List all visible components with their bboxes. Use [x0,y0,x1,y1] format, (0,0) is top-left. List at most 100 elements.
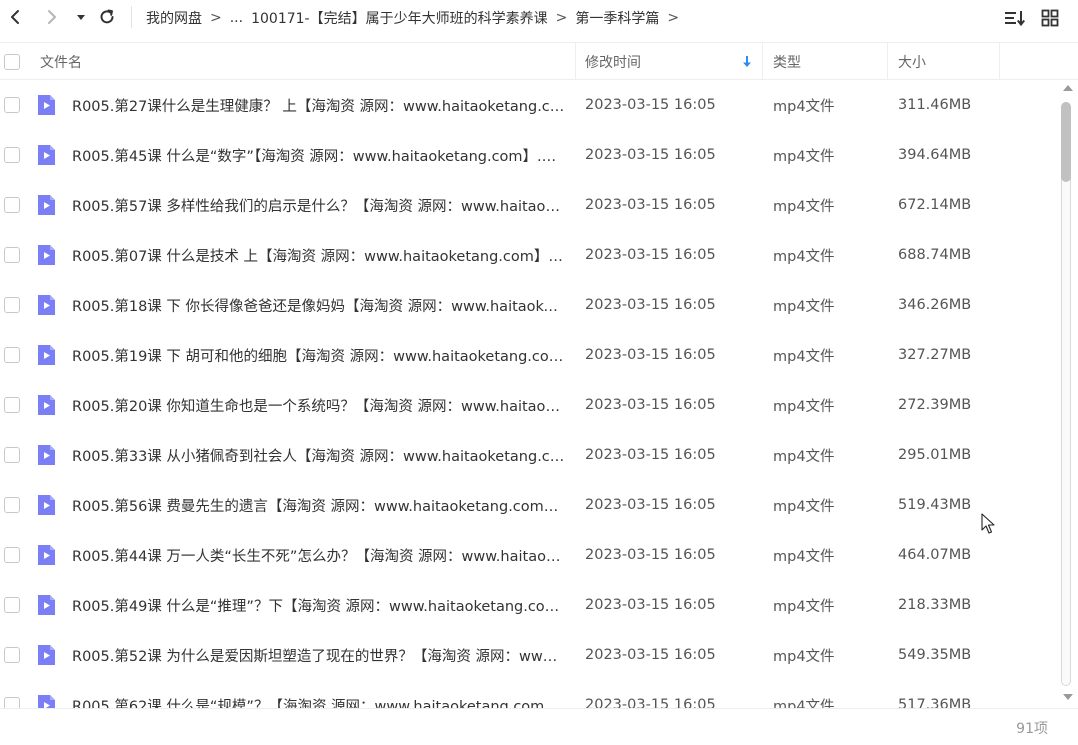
breadcrumb-root[interactable]: 我的网盘 [146,8,202,28]
file-row[interactable]: R005.第56课 费曼先生的遗言【海淘资 源网：www.haitaoketan… [0,480,1058,530]
row-checkbox[interactable] [4,447,20,463]
file-type: mp4文件 [773,348,835,365]
file-list: R005.第27课什么是生理健康？ 上【海淘资 源网：www.haitaoket… [0,80,1058,708]
file-name[interactable]: R005.第57课 多样性给我们的启示是什么？【海淘资 源网：www.haita… [72,180,565,230]
file-size: 311.46MB [898,97,972,113]
file-modified-time: 2023-03-15 16:05 [585,297,716,313]
file-row[interactable]: R005.第33课 从小猪佩奇到社会人【海淘资 源网：www.haitaoket… [0,430,1058,480]
row-checkbox[interactable] [4,647,20,663]
file-size: 272.39MB [898,397,972,413]
file-type: mp4文件 [773,548,835,565]
file-row[interactable]: R005.第18课 下 你长得像爸爸还是像妈妈【海淘资 源网：www.haita… [0,280,1058,330]
row-checkbox[interactable] [4,297,20,313]
status-bar: 91项 [0,708,1078,745]
select-all-cell [4,43,20,80]
file-row[interactable]: R005.第20课 你知道生命也是一个系统吗？【海淘资 源网：www.haita… [0,380,1058,430]
scrollbar-thumb[interactable] [1061,102,1071,182]
breadcrumb-course-folder[interactable]: 100171-【完结】属于少年大师班的科学素养课 [251,8,548,28]
breadcrumb-separator: > [667,10,680,26]
breadcrumb-separator: > [555,10,568,26]
sort-direction[interactable] [741,43,753,80]
mouse-cursor-icon [981,513,995,534]
sort-button[interactable] [1004,7,1026,29]
header-name[interactable]: 文件名 [40,43,82,80]
scrollbar-rail[interactable] [1061,102,1071,686]
vertical-scrollbar[interactable] [1058,80,1078,708]
row-checkbox[interactable] [4,147,20,163]
column-divider[interactable] [887,43,888,80]
column-divider[interactable] [575,43,576,80]
file-row[interactable]: R005.第27课什么是生理健康？ 上【海淘资 源网：www.haitaoket… [0,80,1058,130]
header-size[interactable]: 大小 [898,43,926,80]
chevron-left-icon [11,10,19,24]
scroll-up-arrow-icon[interactable] [1063,85,1073,91]
row-checkbox[interactable] [4,247,20,263]
file-size: 519.43MB [898,497,972,513]
file-name[interactable]: R005.第45课 什么是“数字”【海淘资 源网：www.haitaoketan… [72,130,565,180]
header-type[interactable]: 类型 [773,43,801,80]
scroll-down-arrow-icon[interactable] [1063,694,1073,700]
breadcrumb-ellipsis[interactable]: ... [230,10,243,26]
file-row[interactable]: R005.第44课 万一人类“长生不死”怎么办？【海淘资 源网：www.hait… [0,530,1058,580]
toolbar: 我的网盘 > ... 100171-【完结】属于少年大师班的科学素养课 > 第一… [0,0,1078,36]
header-modified-time[interactable]: 修改时间 [585,43,641,80]
column-divider[interactable] [999,43,1000,80]
file-name[interactable]: R005.第19课 下 胡可和他的细胞【海淘资 源网：www.haitaoket… [72,330,565,380]
video-file-icon [38,395,55,415]
video-file-icon [38,445,55,465]
sort-icon [1005,11,1025,27]
select-all-checkbox[interactable] [4,53,20,70]
file-row[interactable]: R005.第19课 下 胡可和他的细胞【海淘资 源网：www.haitaoket… [0,330,1058,380]
file-size: 327.27MB [898,347,972,363]
file-row[interactable]: R005.第07课 什么是技术 上【海淘资 源网：www.haitaoketan… [0,230,1058,280]
breadcrumb-current-folder[interactable]: 第一季科学篇 [575,8,659,28]
item-count: 91项 [1016,720,1048,737]
file-row[interactable]: R005.第52课 为什么是爱因斯坦塑造了现在的世界？【海淘资 源网：www.h… [0,630,1058,680]
file-row[interactable]: R005.第57课 多样性给我们的启示是什么？【海淘资 源网：www.haita… [0,180,1058,230]
file-name[interactable]: R005.第07课 什么是技术 上【海淘资 源网：www.haitaoketan… [72,230,565,280]
history-dropdown-button[interactable] [70,6,92,28]
column-divider[interactable] [762,43,763,80]
arrow-down-icon [743,55,751,67]
chevron-right-icon [48,10,56,24]
row-checkbox[interactable] [4,697,20,708]
file-modified-time: 2023-03-15 16:05 [585,547,716,563]
file-name[interactable]: R005.第20课 你知道生命也是一个系统吗？【海淘资 源网：www.haita… [72,380,565,430]
file-size: 346.26MB [898,297,972,313]
row-checkbox[interactable] [4,547,20,563]
file-type: mp4文件 [773,598,835,615]
refresh-button[interactable] [96,6,118,28]
row-checkbox[interactable] [4,497,20,513]
file-modified-time: 2023-03-15 16:05 [585,347,716,363]
file-name[interactable]: R005.第18课 下 你长得像爸爸还是像妈妈【海淘资 源网：www.haita… [72,280,565,330]
file-type: mp4文件 [773,448,835,465]
grid-view-button[interactable] [1039,7,1061,29]
file-name[interactable]: R005.第56课 费曼先生的遗言【海淘资 源网：www.haitaoketan… [72,480,565,530]
back-button[interactable] [4,6,26,28]
file-type: mp4文件 [773,98,835,115]
row-checkbox[interactable] [4,347,20,363]
file-size: 464.07MB [898,547,972,563]
video-file-icon [38,245,55,265]
file-row[interactable]: R005.第62课 什么是“规模”？【海淘资 源网：www.haitaoketa… [0,680,1058,708]
forward-button[interactable] [41,6,63,28]
file-name[interactable]: R005.第27课什么是生理健康？ 上【海淘资 源网：www.haitaoket… [72,80,565,130]
file-name[interactable]: R005.第33课 从小猪佩奇到社会人【海淘资 源网：www.haitaoket… [72,430,565,480]
row-checkbox[interactable] [4,97,20,113]
row-checkbox[interactable] [4,597,20,613]
file-modified-time: 2023-03-15 16:05 [585,147,716,163]
file-size: 672.14MB [898,197,972,213]
grid-view-icon [1041,9,1059,27]
file-type: mp4文件 [773,398,835,415]
video-file-icon [38,495,55,515]
row-checkbox[interactable] [4,397,20,413]
file-name[interactable]: R005.第49课 什么是“推理”？下【海淘资 源网：www.haitaoket… [72,580,565,630]
file-row[interactable]: R005.第49课 什么是“推理”？下【海淘资 源网：www.haitaoket… [0,580,1058,630]
row-checkbox[interactable] [4,197,20,213]
file-name[interactable]: R005.第62课 什么是“规模”？【海淘资 源网：www.haitaoketa… [72,680,565,709]
file-row[interactable]: R005.第45课 什么是“数字”【海淘资 源网：www.haitaoketan… [0,130,1058,180]
file-name[interactable]: R005.第52课 为什么是爱因斯坦塑造了现在的世界？【海淘资 源网：www.h… [72,630,565,680]
file-type: mp4文件 [773,698,835,709]
breadcrumb-separator: > [210,10,222,26]
file-name[interactable]: R005.第44课 万一人类“长生不死”怎么办？【海淘资 源网：www.hait… [72,530,565,580]
